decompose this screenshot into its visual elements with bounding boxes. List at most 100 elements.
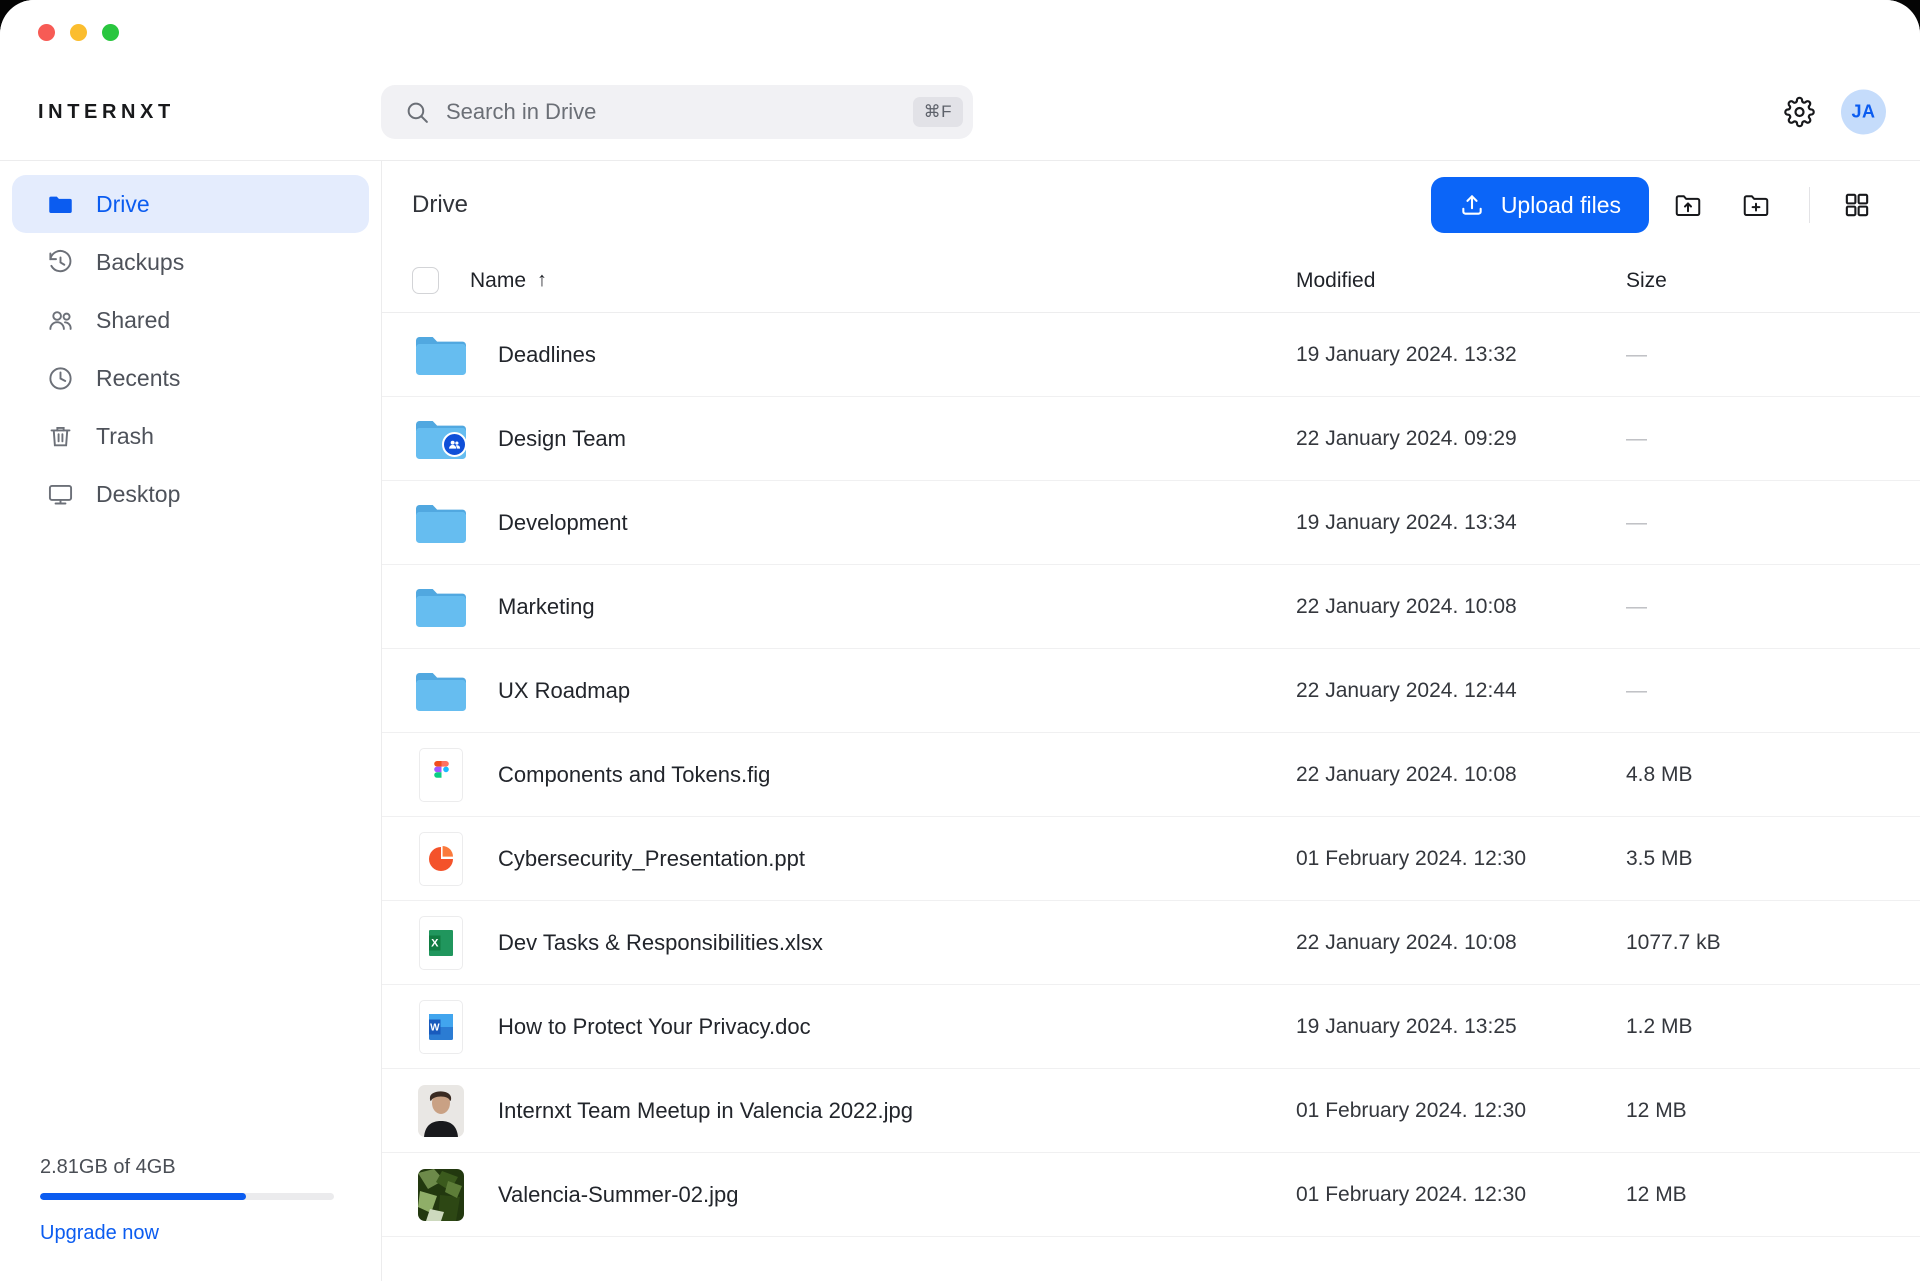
folder-icon bbox=[412, 501, 470, 545]
svg-text:W: W bbox=[430, 1022, 440, 1033]
row-name-cell: Deadlines bbox=[412, 333, 1296, 377]
column-header-size[interactable]: Size bbox=[1626, 269, 1886, 293]
minimize-window-button[interactable] bbox=[70, 24, 87, 41]
sidebar: Drive Backups bbox=[0, 161, 382, 1281]
row-modified-cell: 19 January 2024. 13:32 bbox=[1296, 343, 1626, 367]
row-modified-cell: 01 February 2024. 12:30 bbox=[1296, 1183, 1626, 1207]
sidebar-item-recents[interactable]: Recents bbox=[12, 349, 369, 407]
table-row[interactable]: Marketing22 January 2024. 10:08— bbox=[382, 565, 1920, 649]
row-size-cell: 3.5 MB bbox=[1626, 847, 1886, 871]
sidebar-item-label: Drive bbox=[96, 191, 150, 218]
row-name-label: Internxt Team Meetup in Valencia 2022.jp… bbox=[498, 1098, 913, 1124]
sidebar-item-label: Trash bbox=[96, 423, 154, 450]
storage-indicator: 2.81GB of 4GB Upgrade now bbox=[0, 1156, 381, 1281]
file-table: Name ↑ Modified Size Deadlines19 January… bbox=[382, 249, 1920, 1281]
storage-progress-bar bbox=[40, 1193, 334, 1200]
people-icon bbox=[46, 306, 74, 334]
upload-files-button[interactable]: Upload files bbox=[1431, 177, 1649, 233]
maximize-window-button[interactable] bbox=[102, 24, 119, 41]
row-name-label: Development bbox=[498, 510, 628, 536]
table-row[interactable]: Cybersecurity_Presentation.ppt01 Februar… bbox=[382, 817, 1920, 901]
sidebar-item-label: Backups bbox=[96, 249, 184, 276]
row-modified-cell: 19 January 2024. 13:25 bbox=[1296, 1015, 1626, 1039]
select-all-checkbox[interactable] bbox=[412, 267, 439, 294]
folder-icon bbox=[412, 333, 470, 377]
sidebar-item-label: Recents bbox=[96, 365, 180, 392]
app-window: INTERNXT Search in Drive ⌘F JA bbox=[0, 0, 1920, 1281]
main-content: Drive Upload files bbox=[382, 161, 1920, 1281]
row-modified-cell: 22 January 2024. 10:08 bbox=[1296, 595, 1626, 619]
grid-view-icon[interactable] bbox=[1828, 177, 1886, 233]
sidebar-item-desktop[interactable]: Desktop bbox=[12, 465, 369, 523]
table-row[interactable]: Internxt Team Meetup in Valencia 2022.jp… bbox=[382, 1069, 1920, 1153]
storage-progress-fill bbox=[40, 1193, 246, 1200]
sidebar-item-backups[interactable]: Backups bbox=[12, 233, 369, 291]
folder-icon bbox=[412, 417, 470, 461]
table-row[interactable]: Design Team22 January 2024. 09:29— bbox=[382, 397, 1920, 481]
breadcrumb[interactable]: Drive bbox=[412, 191, 468, 219]
xlsx-icon: X bbox=[412, 916, 470, 970]
row-size-cell: 1.2 MB bbox=[1626, 1015, 1886, 1039]
app-header: INTERNXT Search in Drive ⌘F JA bbox=[0, 64, 1920, 160]
avatar[interactable]: JA bbox=[1841, 90, 1886, 135]
row-size-cell: 1077.7 kB bbox=[1626, 931, 1886, 955]
close-window-button[interactable] bbox=[38, 24, 55, 41]
clock-icon bbox=[46, 364, 74, 392]
table-header-row: Name ↑ Modified Size bbox=[382, 249, 1920, 313]
toolbar-actions: Upload files bbox=[1431, 177, 1886, 233]
row-name-cell: Valencia-Summer-02.jpg bbox=[412, 1169, 1296, 1221]
content-toolbar: Drive Upload files bbox=[382, 161, 1920, 249]
row-modified-cell: 19 January 2024. 13:34 bbox=[1296, 511, 1626, 535]
row-modified-cell: 01 February 2024. 12:30 bbox=[1296, 847, 1626, 871]
sidebar-item-trash[interactable]: Trash bbox=[12, 407, 369, 465]
column-header-name-label: Name bbox=[470, 269, 526, 293]
table-row[interactable]: UX Roadmap22 January 2024. 12:44— bbox=[382, 649, 1920, 733]
gear-icon[interactable] bbox=[1784, 97, 1815, 128]
trash-icon bbox=[46, 422, 74, 450]
photo-person-icon bbox=[412, 1085, 470, 1137]
table-body: Deadlines19 January 2024. 13:32— Design … bbox=[382, 313, 1920, 1237]
sidebar-item-label: Shared bbox=[96, 307, 170, 334]
upgrade-now-link[interactable]: Upgrade now bbox=[40, 1222, 341, 1245]
table-row[interactable]: Development19 January 2024. 13:34— bbox=[382, 481, 1920, 565]
row-name-cell: Marketing bbox=[412, 585, 1296, 629]
traffic-lights bbox=[38, 24, 119, 41]
sidebar-item-label: Desktop bbox=[96, 481, 180, 508]
folder-icon bbox=[412, 585, 470, 629]
storage-usage-text: 2.81GB of 4GB bbox=[40, 1156, 341, 1179]
table-row[interactable]: Deadlines19 January 2024. 13:32— bbox=[382, 313, 1920, 397]
row-name-label: Design Team bbox=[498, 426, 626, 452]
row-name-label: Marketing bbox=[498, 594, 595, 620]
row-name-cell: Cybersecurity_Presentation.ppt bbox=[412, 832, 1296, 886]
row-modified-cell: 01 February 2024. 12:30 bbox=[1296, 1099, 1626, 1123]
row-name-label: UX Roadmap bbox=[498, 678, 630, 704]
table-row[interactable]: Components and Tokens.fig 22 January 2024… bbox=[382, 733, 1920, 817]
table-row[interactable]: WHow to Protect Your Privacy.doc19 Janua… bbox=[382, 985, 1920, 1069]
table-row[interactable]: X Dev Tasks & Responsibilities.xlsx 22 Jan… bbox=[382, 901, 1920, 985]
sidebar-item-drive[interactable]: Drive bbox=[12, 175, 369, 233]
ppt-icon bbox=[412, 832, 470, 886]
sidebar-nav: Drive Backups bbox=[0, 175, 381, 523]
row-size-cell: — bbox=[1626, 679, 1886, 703]
figma-icon bbox=[412, 748, 470, 802]
row-modified-cell: 22 January 2024. 10:08 bbox=[1296, 931, 1626, 955]
row-modified-cell: 22 January 2024. 10:08 bbox=[1296, 763, 1626, 787]
row-name-cell: Development bbox=[412, 501, 1296, 545]
row-name-label: Components and Tokens.fig bbox=[498, 762, 770, 788]
table-row[interactable]: Valencia-Summer-02.jpg01 February 2024. … bbox=[382, 1153, 1920, 1237]
search-icon bbox=[405, 100, 430, 125]
sort-ascending-icon: ↑ bbox=[537, 269, 547, 292]
row-modified-cell: 22 January 2024. 09:29 bbox=[1296, 427, 1626, 451]
folder-upload-icon[interactable] bbox=[1659, 177, 1717, 233]
row-size-cell: 12 MB bbox=[1626, 1099, 1886, 1123]
row-name-label: Dev Tasks & Responsibilities.xlsx bbox=[498, 930, 823, 956]
folder-plus-icon[interactable] bbox=[1727, 177, 1785, 233]
folder-icon bbox=[46, 190, 74, 218]
column-header-name[interactable]: Name ↑ bbox=[470, 269, 1296, 293]
svg-text:X: X bbox=[431, 937, 439, 949]
column-header-modified[interactable]: Modified bbox=[1296, 269, 1626, 293]
sidebar-item-shared[interactable]: Shared bbox=[12, 291, 369, 349]
search-input[interactable]: Search in Drive ⌘F bbox=[381, 85, 973, 139]
photo-nature-icon bbox=[412, 1169, 470, 1221]
row-name-cell: X Dev Tasks & Responsibilities.xlsx bbox=[412, 916, 1296, 970]
